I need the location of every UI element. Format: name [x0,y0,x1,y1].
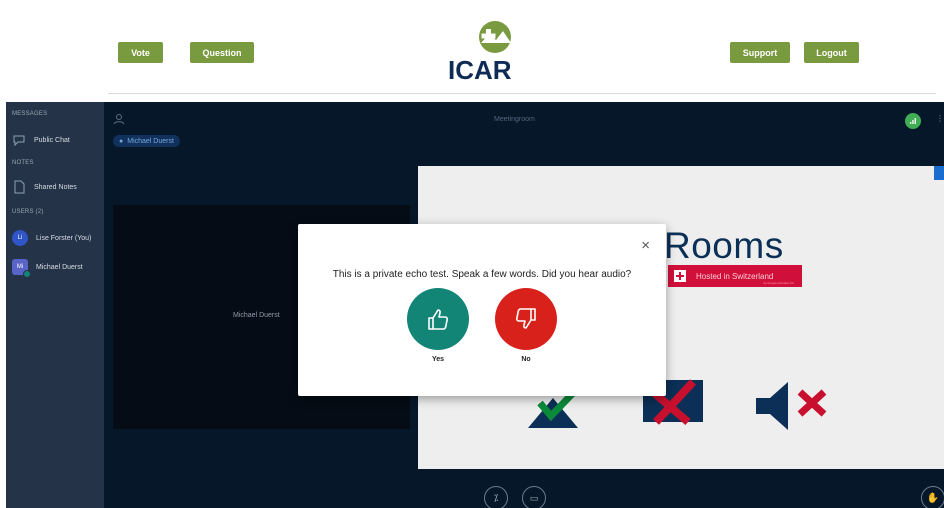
question-button[interactable]: Question [190,42,254,63]
meeting-title: Meetingroom [494,116,535,123]
avatar: Li [12,230,28,246]
yes-label: Yes [431,356,445,363]
header-divider [108,93,936,94]
no-label: No [521,356,531,363]
user-name: Michael Duerst [36,263,83,271]
signal-icon [910,118,916,124]
no-audio-button[interactable] [495,288,557,350]
share-screen-button[interactable]: ⁒ [484,486,508,508]
raise-hand-button[interactable]: ✋ [921,486,944,508]
svg-text:ICAR: ICAR [448,55,512,82]
user-list-item[interactable]: Li Lise Forster (You) [12,230,91,246]
camera-icon: ▭ [529,492,539,503]
notes-icon [12,180,26,194]
swiss-cross-icon [674,270,686,282]
messages-heading: MESSAGES [12,111,48,117]
hand-icon: ✋ [926,492,940,504]
user-list-toggle-icon[interactable] [113,112,125,130]
close-icon[interactable]: × [641,238,650,253]
thumbs-down-icon [515,308,536,329]
sidebar-item-label: Public Chat [34,136,70,144]
sidebar: MESSAGES Public Chat NOTES Shared Notes … [6,102,104,508]
user-name: Lise Forster (You) [36,234,92,242]
connection-status-button[interactable] [905,113,921,129]
slide-corner-tab[interactable] [934,166,944,180]
sidebar-item-label: Shared Notes [34,183,77,191]
audio-status-icon [23,270,31,278]
yes-audio-button[interactable] [407,288,469,350]
notes-heading: NOTES [12,160,34,166]
site-header: Vote Question ICAR Support Logout [0,0,944,100]
chat-icon [12,133,26,147]
mic-icon: ● [119,137,124,145]
logout-button[interactable]: Logout [804,42,859,63]
echo-test-modal: × This is a private echo test. Speak a f… [298,224,666,396]
slide-title: Rooms [664,225,784,266]
sidebar-item-public-chat[interactable]: Public Chat [12,133,70,147]
vote-button[interactable]: Vote [118,42,163,63]
sidebar-item-shared-notes[interactable]: Shared Notes [12,180,77,194]
video-button[interactable]: ▭ [522,486,546,508]
user-list-item[interactable]: Mi Michael Duerst [12,259,83,278]
users-heading: USERS (2) [12,209,44,215]
avatar: Mi [12,259,31,278]
more-options-icon[interactable]: ⋮ [936,114,944,123]
thumbs-up-icon [428,309,449,330]
echo-test-message: This is a private echo test. Speak a few… [332,269,632,280]
support-button[interactable]: Support [730,42,790,63]
share-icon: ⁒ [493,492,499,504]
presenter-chip: ● Michael Duerst [113,135,180,147]
slide-hosted-banner: Hosted in Switzerland by bringa-Lebruder… [668,265,802,287]
icar-logo: ICAR [445,20,515,85]
webcam-user-name: Michael Duerst [233,312,280,319]
